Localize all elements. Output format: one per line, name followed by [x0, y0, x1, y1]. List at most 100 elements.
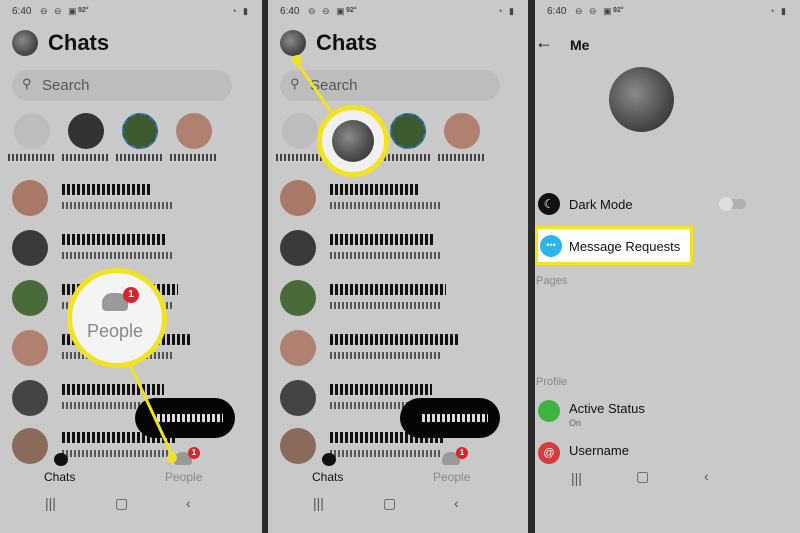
- story-avatar[interactable]: [390, 113, 426, 149]
- recent-apps-button[interactable]: |||: [45, 495, 56, 511]
- story-avatar[interactable]: [68, 113, 104, 149]
- chat-avatar[interactable]: [12, 330, 48, 366]
- story-avatar[interactable]: [122, 113, 158, 149]
- profile-avatar-zoomed: [332, 120, 374, 162]
- story-label: [276, 154, 322, 161]
- dark-mode-toggle[interactable]: [719, 197, 746, 211]
- recent-apps-button[interactable]: |||: [571, 470, 582, 486]
- status-temp: 92°: [346, 7, 357, 14]
- story-label: [8, 154, 54, 161]
- chat-avatar[interactable]: [280, 230, 316, 266]
- profile-header: Profile: [536, 376, 568, 388]
- chat-avatar[interactable]: [280, 428, 316, 464]
- chat-avatar[interactable]: [12, 380, 48, 416]
- status-icons: ◔ ▮: [231, 6, 250, 16]
- status-time: 6:40: [12, 6, 32, 17]
- message-requests-label: Message Requests: [569, 239, 681, 254]
- callout-dot: [167, 453, 177, 463]
- active-status-icon: [538, 400, 560, 422]
- people-badge: 1: [456, 447, 468, 459]
- chat-avatar[interactable]: [280, 280, 316, 316]
- nav-people[interactable]: People: [165, 470, 202, 484]
- profile-avatar[interactable]: [12, 30, 38, 56]
- message-requests-icon: •••: [540, 235, 562, 257]
- page-title: Chats: [48, 30, 110, 55]
- status-icons: ◔ ▮: [769, 6, 788, 16]
- avatar-callout: [317, 105, 389, 177]
- pages-header: Pages: [536, 275, 568, 287]
- chat-name[interactable]: [330, 334, 459, 345]
- back-arrow-icon[interactable]: ←: [535, 32, 553, 53]
- page-title: Chats: [316, 30, 378, 55]
- story-label: [438, 154, 484, 161]
- chat-avatar[interactable]: [12, 280, 48, 316]
- status-temp: 92°: [78, 7, 89, 14]
- active-status-value: On: [569, 418, 582, 428]
- story-label: [384, 154, 430, 161]
- chat-name[interactable]: [330, 184, 420, 195]
- people-callout-label: People: [87, 321, 144, 341]
- page-title: Me: [570, 37, 590, 53]
- nav-people[interactable]: People: [433, 470, 470, 484]
- back-button[interactable]: ‹: [186, 495, 191, 511]
- new-chat-button[interactable]: [400, 398, 500, 438]
- chat-preview: [330, 302, 440, 309]
- chat-name[interactable]: [330, 384, 432, 395]
- recent-apps-button[interactable]: |||: [313, 495, 324, 511]
- profile-photo[interactable]: [609, 67, 674, 132]
- status-icons: ◔ ▮: [497, 6, 516, 16]
- chat-name[interactable]: [330, 284, 446, 295]
- chat-name[interactable]: [62, 184, 152, 195]
- chat-avatar[interactable]: [12, 428, 48, 464]
- chat-name[interactable]: [62, 234, 165, 245]
- story-avatar[interactable]: [282, 113, 318, 149]
- back-button[interactable]: ‹: [704, 468, 709, 484]
- chat-name[interactable]: [62, 384, 164, 395]
- chat-preview: [330, 450, 440, 457]
- home-button[interactable]: ▢: [383, 495, 396, 512]
- story-avatar[interactable]: [14, 113, 50, 149]
- story-label: [170, 154, 216, 161]
- chat-preview: [330, 352, 440, 359]
- nav-chats[interactable]: Chats: [44, 470, 75, 484]
- chat-name[interactable]: [330, 234, 433, 245]
- chats-screen-1: 6:40 ⊖ ⊖ ▣ 92° ◔ ▮ Chats Search ⚲ Chats 1 People |…: [0, 0, 262, 533]
- chat-preview: [62, 450, 172, 457]
- home-button[interactable]: ▢: [636, 468, 649, 485]
- notification-icons: ⊖ ⊖ ▣: [308, 6, 347, 16]
- chat-preview: [62, 202, 172, 209]
- chat-preview: [330, 252, 440, 259]
- chat-preview: [330, 202, 440, 209]
- story-label: [116, 154, 162, 161]
- chat-bubble-icon: [322, 453, 336, 466]
- chat-avatar[interactable]: [280, 180, 316, 216]
- story-label: [62, 154, 108, 161]
- chat-bubble-icon: [54, 453, 68, 466]
- story-avatar[interactable]: [176, 113, 212, 149]
- notification-icons: ⊖ ⊖ ▣: [575, 6, 614, 16]
- active-status-label[interactable]: Active Status: [569, 401, 645, 416]
- username-label[interactable]: Username: [569, 443, 629, 458]
- chat-avatar[interactable]: [12, 230, 48, 266]
- story-avatar[interactable]: [444, 113, 480, 149]
- home-button[interactable]: ▢: [115, 495, 128, 512]
- chat-avatar[interactable]: [280, 380, 316, 416]
- people-callout: 1 People: [67, 268, 167, 368]
- message-requests-item[interactable]: ••• Message Requests: [535, 226, 693, 265]
- search-input[interactable]: Search: [12, 70, 232, 101]
- chat-preview: [62, 252, 172, 259]
- username-icon: @: [538, 442, 560, 464]
- search-icon: ⚲: [22, 76, 32, 91]
- notification-icons: ⊖ ⊖ ▣: [40, 6, 79, 16]
- status-temp: 92°: [613, 7, 624, 14]
- chat-avatar[interactable]: [12, 180, 48, 216]
- callout-dot: [292, 55, 302, 65]
- profile-avatar[interactable]: [280, 30, 306, 56]
- status-time: 6:40: [280, 6, 300, 17]
- nav-chats[interactable]: Chats: [312, 470, 343, 484]
- people-badge: 1: [123, 287, 139, 303]
- back-button[interactable]: ‹: [454, 495, 459, 511]
- status-time: 6:40: [547, 6, 567, 17]
- moon-icon: ☾: [538, 193, 560, 215]
- chat-avatar[interactable]: [280, 330, 316, 366]
